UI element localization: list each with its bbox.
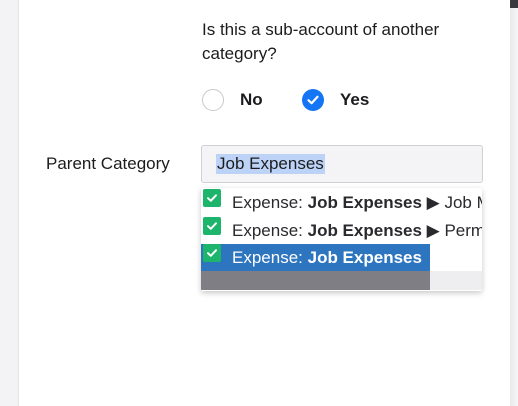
option-suffix: ▶ Perm [421, 220, 482, 240]
parent-category-value[interactable]: Job Expenses [216, 154, 325, 174]
option-bold: Job Expenses [307, 192, 422, 212]
option-prefix: Expense: [232, 247, 308, 267]
option-suffix: ▶ Job M [426, 192, 482, 212]
radio-no-label[interactable]: No [240, 90, 263, 110]
panel-edge [510, 0, 518, 406]
sub-account-question: Is this a sub-account of another categor… [202, 20, 440, 63]
checkbox-checked-icon [203, 189, 221, 207]
horizontal-scrollbar-thumb[interactable] [201, 271, 430, 290]
checkmark-icon [307, 95, 319, 105]
horizontal-scrollbar-track[interactable] [430, 271, 482, 290]
option-bold: Job Expenses [307, 247, 422, 267]
checkbox-checked-icon [203, 244, 221, 262]
window-corner [510, 0, 518, 8]
radio-yes-label[interactable]: Yes [340, 90, 369, 110]
checkbox-checked-icon [203, 217, 221, 235]
radio-no[interactable] [202, 89, 224, 111]
radio-option-yes[interactable]: Yes [302, 87, 369, 113]
option-prefix: Expense: [232, 192, 308, 212]
radio-yes[interactable] [302, 89, 324, 111]
dropdown-option[interactable]: Expense: Job Expenses ▶ Job M [201, 189, 482, 216]
parent-category-input[interactable]: Job Expenses [201, 145, 483, 183]
radio-option-no[interactable]: No [202, 87, 263, 113]
option-bold: Job Expenses [307, 220, 422, 240]
parent-category-label: Parent Category [46, 154, 170, 173]
dropdown-option[interactable]: Expense: Job Expenses ▶ Perm [201, 217, 482, 244]
option-prefix: Expense: [232, 220, 308, 240]
category-dropdown[interactable]: Expense: Job Expenses ▶ Job M Expense: J… [201, 188, 482, 291]
dropdown-option-selected[interactable]: Expense: Job Expenses [201, 244, 430, 271]
